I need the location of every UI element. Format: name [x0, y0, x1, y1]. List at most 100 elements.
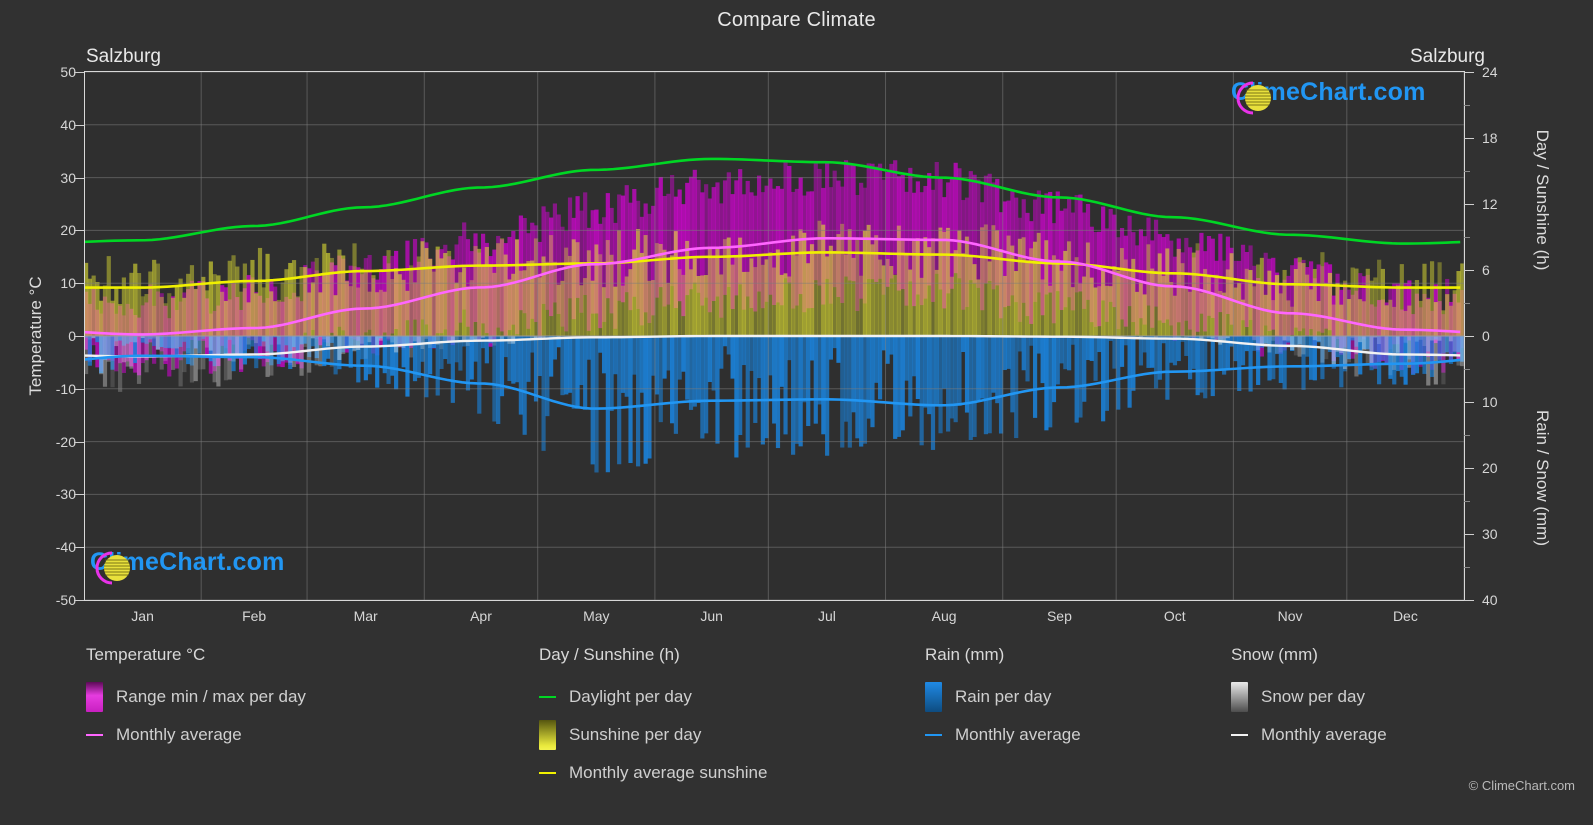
chart-plot-area[interactable]: ClimeChart.com ClimeChart.com — [84, 72, 1464, 600]
axis-border-top — [84, 71, 1464, 72]
legend-line-icon — [539, 696, 556, 698]
legend-item[interactable]: Sunshine per day — [539, 716, 767, 754]
legend-group: Rain (mm) Rain per day Monthly average — [925, 645, 1081, 754]
legend-item-label: Monthly average — [116, 725, 242, 744]
y-tick-right-rain: 40 — [1482, 592, 1498, 608]
page-title: Compare Climate — [717, 9, 876, 31]
legend-swatch-icon — [925, 682, 942, 712]
watermark-top: ClimeChart.com — [1231, 78, 1426, 115]
x-tick-dec: Dec — [1392, 608, 1418, 624]
y-tick-minor-right — [1464, 435, 1470, 436]
chart-legend: Temperature °C Range min / max per day Mon… — [0, 645, 1593, 825]
legend-item[interactable]: Monthly average — [925, 716, 1081, 754]
y-tick-left: -40 — [55, 539, 76, 556]
y-tick-mark-left — [74, 388, 84, 390]
legend-item-label: Daylight per day — [569, 687, 692, 706]
legend-group: Temperature °C Range min / max per day Mon… — [86, 645, 306, 754]
climate-chart-page: Compare Climate Salzburg Salzburg ClimeC… — [0, 0, 1593, 825]
y-tick-mark-left — [74, 600, 84, 601]
y-tick-left: 30 — [60, 169, 76, 186]
y-tick-left: -10 — [55, 380, 76, 397]
legend-item[interactable]: Monthly average — [1231, 716, 1387, 754]
y-tick-mark-right — [1464, 336, 1474, 337]
y-tick-left: -50 — [55, 592, 76, 608]
x-tick-oct: Oct — [1163, 608, 1186, 624]
y-tick-minor-right — [1464, 567, 1470, 568]
legend-line-icon — [925, 734, 942, 736]
y-axis-right-title-bottom: Rain / Snow (mm) — [1533, 409, 1552, 547]
y-tick-mark-left — [74, 72, 84, 73]
legend-line-icon — [539, 772, 556, 774]
y-tick-mark-left — [74, 441, 84, 443]
x-tick-mar: Mar — [353, 608, 378, 624]
y-tick-left: 40 — [60, 116, 76, 133]
x-tick-jun: Jun — [700, 608, 723, 624]
y-tick-mark-right — [1464, 600, 1474, 601]
location-label-right: Salzburg — [1410, 46, 1485, 67]
x-tick-aug: Aug — [931, 608, 957, 624]
watermark-bottom: ClimeChart.com — [90, 548, 285, 585]
legend-item[interactable]: Snow per day — [1231, 678, 1387, 716]
legend-group: Snow (mm) Snow per day Monthly average — [1231, 645, 1387, 754]
y-tick-mark-left — [74, 124, 84, 126]
legend-line-icon — [1231, 734, 1248, 736]
legend-line-icon — [86, 734, 103, 736]
x-tick-sep: Sep — [1046, 608, 1072, 624]
y-tick-left: 0 — [68, 328, 76, 344]
location-label-left: Salzburg — [86, 46, 161, 67]
y-tick-left: -20 — [55, 433, 76, 450]
legend-group-title: Day / Sunshine (h) — [539, 645, 680, 664]
y-tick-mark-left — [74, 547, 84, 549]
y-tick-mark-right — [1464, 138, 1474, 139]
y-tick-mark-right — [1464, 534, 1474, 535]
y-tick-left: -30 — [55, 486, 76, 503]
climechart-logo-icon — [95, 551, 130, 585]
legend-item-label: Snow per day — [1261, 687, 1365, 706]
legend-item[interactable]: Rain per day — [925, 678, 1081, 716]
legend-item[interactable]: Monthly average — [86, 716, 306, 754]
y-axis-right-title-top: Day / Sunshine (h) — [1533, 129, 1552, 271]
legend-group-title: Rain (mm) — [925, 645, 1005, 664]
legend-item-label: Range min / max per day — [116, 687, 306, 706]
y-tick-minor-right — [1464, 303, 1470, 304]
legend-swatch-icon — [86, 682, 103, 712]
legend-item[interactable]: Daylight per day — [539, 678, 767, 716]
y-tick-left: 20 — [60, 222, 76, 239]
x-tick-nov: Nov — [1277, 608, 1303, 624]
y-tick-minor-right — [1464, 237, 1470, 238]
legend-swatch-icon — [539, 720, 556, 750]
y-tick-mark-left — [74, 177, 84, 179]
axis-border-bottom — [84, 600, 1464, 601]
y-tick-minor-right — [1464, 501, 1470, 502]
legend-item-label: Monthly average sunshine — [569, 763, 768, 782]
y-tick-mark-right — [1464, 72, 1474, 73]
legend-group-title: Temperature °C — [86, 645, 206, 664]
x-tick-apr: Apr — [470, 608, 492, 624]
y-tick-mark-left — [74, 336, 84, 337]
x-tick-may: May — [583, 608, 610, 624]
y-tick-mark-right — [1464, 204, 1474, 205]
x-tick-feb: Feb — [242, 608, 267, 624]
y-tick-right-day: 24 — [1482, 64, 1498, 80]
legend-item[interactable]: Range min / max per day — [86, 678, 306, 716]
axis-border-left — [84, 71, 85, 601]
y-axis-left-title: Temperature °C — [26, 276, 45, 396]
y-tick-left: 50 — [60, 64, 76, 80]
y-tick-right-day: 0 — [1482, 328, 1490, 344]
x-tick-jul: Jul — [817, 608, 836, 624]
legend-item-label: Monthly average — [1261, 725, 1387, 744]
legend-item-label: Sunshine per day — [569, 725, 702, 744]
climechart-logo-icon — [1236, 81, 1271, 115]
y-tick-left: 10 — [60, 275, 76, 292]
legend-item-label: Rain per day — [955, 687, 1052, 706]
y-tick-mark-left — [74, 494, 84, 496]
y-tick-mark-left — [74, 230, 84, 232]
y-tick-minor-right — [1464, 171, 1470, 172]
legend-group-title: Snow (mm) — [1231, 645, 1318, 664]
y-tick-mark-right — [1464, 270, 1474, 271]
chart-canvas — [84, 72, 1464, 600]
y-tick-minor-right — [1464, 105, 1470, 106]
y-tick-mark-right — [1464, 468, 1474, 469]
legend-item[interactable]: Monthly average sunshine — [539, 754, 767, 792]
legend-item-label: Monthly average — [955, 725, 1081, 744]
